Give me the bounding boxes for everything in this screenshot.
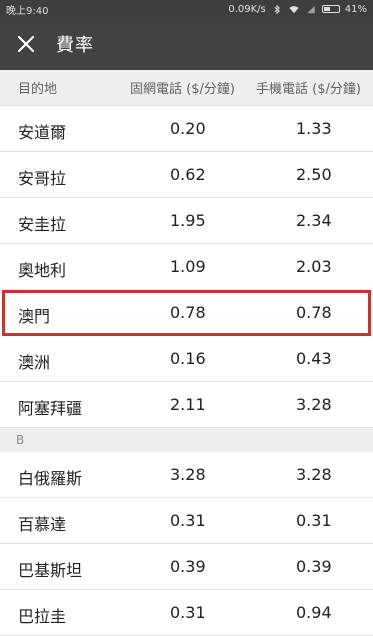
landline-rate: 0.31 — [170, 603, 206, 622]
landline-rate: 0.39 — [170, 557, 206, 576]
mobile-rate: 0.94 — [296, 603, 332, 622]
rate-row[interactable]: 奧地利 1.09 2.03 — [0, 244, 373, 290]
header-landline: 固網電話 ($/分鐘) — [130, 82, 235, 97]
rate-row[interactable]: 巴基斯坦 0.39 0.39 — [0, 544, 373, 590]
landline-rate: 1.95 — [170, 211, 206, 230]
mobile-rate: 0.43 — [296, 349, 332, 368]
landline-rate: 0.16 — [170, 349, 206, 368]
mobile-rate: 1.33 — [296, 119, 332, 138]
page-title: 費率 — [56, 35, 94, 56]
rate-row-highlighted[interactable]: 澳門 0.78 0.78 — [2, 290, 371, 336]
country-name: 巴拉圭 — [18, 607, 67, 626]
status-time: 晚上9:40 — [6, 5, 49, 17]
network-speed: 0.09K/s — [228, 3, 266, 15]
mobile-rate: 3.28 — [296, 395, 332, 414]
rate-row[interactable]: 阿塞拜疆 2.11 3.28 — [0, 382, 373, 428]
country-name: 奧地利 — [18, 261, 67, 280]
mobile-rate: 2.03 — [296, 257, 332, 276]
country-name: 安圭拉 — [18, 215, 67, 234]
rate-row[interactable]: 澳洲 0.16 0.43 — [0, 336, 373, 382]
country-name: 澳門 — [18, 307, 51, 326]
mobile-rate: 3.28 — [296, 465, 332, 484]
rate-row[interactable]: 巴拉圭 0.31 0.94 — [0, 590, 373, 636]
header-destination: 目的地 — [18, 82, 58, 97]
landline-rate: 2.11 — [170, 395, 206, 414]
battery-icon — [321, 5, 340, 13]
rate-row[interactable]: 白俄羅斯 3.28 3.28 — [0, 452, 373, 498]
battery-fill — [323, 7, 330, 11]
status-right: 0.09K/s 41% — [228, 4, 367, 15]
country-name: 安哥拉 — [18, 169, 67, 188]
close-icon — [17, 35, 35, 53]
app-bar: 費率 — [0, 18, 373, 70]
rate-row[interactable]: 安圭拉 1.95 2.34 — [0, 198, 373, 244]
mobile-rate: 2.50 — [296, 165, 332, 184]
battery-percent: 41% — [344, 3, 367, 15]
close-button[interactable] — [0, 18, 52, 70]
column-header: 目的地 固網電話 ($/分鐘) 手機電話 ($/分鐘) — [0, 70, 373, 106]
country-name: 澳洲 — [18, 353, 51, 372]
wifi-icon — [289, 5, 299, 13]
country-name: 阿塞拜疆 — [18, 399, 83, 418]
rate-row[interactable]: 安哥拉 0.62 2.50 — [0, 152, 373, 198]
mobile-rate: 0.78 — [296, 303, 332, 322]
mobile-rate: 0.31 — [296, 511, 332, 530]
country-name: 白俄羅斯 — [18, 469, 83, 488]
bluetooth-icon — [274, 4, 280, 14]
rate-row[interactable]: 安道爾 0.20 1.33 — [0, 106, 373, 152]
landline-rate: 0.78 — [170, 303, 206, 322]
rate-row[interactable]: 百慕達 0.31 0.31 — [0, 498, 373, 544]
country-name: 安道爾 — [18, 123, 67, 142]
country-name: 百慕達 — [18, 515, 67, 534]
header-mobile: 手機電話 ($/分鐘) — [256, 82, 361, 97]
section-header-b: B — [0, 428, 373, 452]
signal-icon — [307, 5, 315, 13]
status-bar: 晚上9:40 0.09K/s 41% — [0, 0, 373, 18]
mobile-rate: 2.34 — [296, 211, 332, 230]
landline-rate: 0.31 — [170, 511, 206, 530]
rates-list[interactable]: 安道爾 0.20 1.33 安哥拉 0.62 2.50 安圭拉 1.95 2.3… — [0, 106, 373, 636]
landline-rate: 3.28 — [170, 465, 206, 484]
landline-rate: 0.62 — [170, 165, 206, 184]
country-name: 巴基斯坦 — [18, 561, 83, 580]
landline-rate: 0.20 — [170, 119, 206, 138]
mobile-rate: 0.39 — [296, 557, 332, 576]
landline-rate: 1.09 — [170, 257, 206, 276]
